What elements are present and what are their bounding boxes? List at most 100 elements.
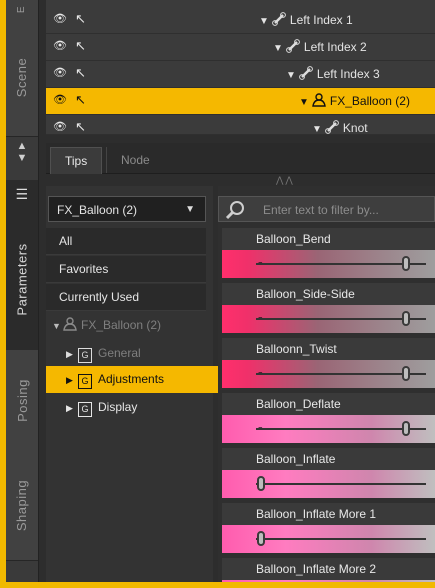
decrement-icon[interactable]: - [258, 254, 263, 270]
tree-group-display[interactable]: ▶ G Display [46, 394, 233, 421]
cursor-icon[interactable]: ↖ [75, 119, 86, 134]
slider-track [256, 263, 426, 265]
tab-posing[interactable]: Posing [6, 350, 38, 451]
splitter-grip[interactable]: ⋀⋀ [276, 175, 295, 186]
category-currently-used[interactable]: Currently Used [46, 284, 206, 311]
scene-list: 👁 ↖ ▼ Left Index 1 👁 ↖ ▼ Left Index 2 👁 ↖ … [46, 0, 435, 135]
parameter-slider-row: Balloon_Side-Side - [222, 283, 435, 335]
group-icon: G [78, 402, 92, 417]
parameter-slider-row: Balloonn_Twist - [222, 338, 435, 390]
expand-arrow-icon[interactable]: ▶ [66, 341, 76, 368]
parameter-slider[interactable]: - [222, 250, 435, 278]
tab-parameters-label: Parameters [14, 242, 30, 316]
cursor-icon[interactable]: ↖ [75, 38, 86, 54]
parameter-slider[interactable]: - [222, 305, 435, 333]
parameter-slider[interactable]: - [222, 360, 435, 388]
expand-arrow-icon[interactable]: ▼ [299, 97, 309, 108]
bone-icon [299, 66, 313, 80]
category-all[interactable]: All [46, 228, 206, 255]
scene-row[interactable]: 👁 ↖ ▼ Left Index 2 [46, 34, 435, 61]
scene-row-selected[interactable]: 👁 ↖ ▼ FX_Balloon (2) [46, 88, 435, 115]
slider-track [256, 483, 426, 485]
parameter-slider[interactable]: - [222, 415, 435, 443]
parameter-slider-row: Balloon_Bend - [222, 228, 435, 280]
filter-placeholder: Enter text to filter by... [263, 203, 379, 217]
category-favorites[interactable]: Favorites [46, 256, 206, 283]
slider-track [256, 318, 426, 320]
decrement-icon[interactable]: - [258, 309, 263, 325]
cursor-icon[interactable]: ↖ [75, 92, 86, 108]
slider-knob[interactable] [402, 421, 410, 436]
decrement-icon[interactable]: - [258, 419, 263, 435]
slider-knob[interactable] [257, 476, 265, 491]
eye-icon[interactable]: 👁 [53, 66, 67, 79]
pane-tab-bar: Tips Node [46, 143, 435, 174]
bone-icon [272, 12, 286, 26]
parameter-label: Balloon_Inflate [222, 448, 435, 470]
tab-parameters[interactable]: Parameters [6, 208, 38, 351]
parameter-slider[interactable]: - [222, 580, 435, 582]
parameter-slider[interactable]: - [222, 470, 435, 498]
node-name: Knot [342, 121, 368, 135]
pane-resize-handle[interactable]: ▲ ▼ [6, 140, 38, 164]
cursor-icon[interactable]: ↖ [75, 65, 86, 81]
tab-scene[interactable]: Scene [6, 18, 38, 137]
cursor-icon[interactable]: ↖ [75, 11, 86, 27]
eye-icon[interactable]: 👁 [53, 12, 67, 25]
eye-icon[interactable]: 👁 [53, 93, 67, 106]
tab-scene-label: Scene [14, 57, 30, 97]
tab-shaping-label: Shaping [14, 479, 30, 531]
node-select-dropdown[interactable]: FX_Balloon (2) ▼ [48, 196, 206, 222]
expand-arrow-icon[interactable]: ▼ [286, 70, 296, 81]
parameter-label: Balloon_Deflate [222, 393, 435, 415]
expand-arrow-icon[interactable]: ▶ [66, 395, 76, 422]
decrement-icon[interactable]: - [258, 364, 263, 380]
expand-arrow-icon[interactable]: ▶ [66, 367, 76, 394]
tree-group-adjustments[interactable]: ▶ G Adjustments [46, 366, 226, 393]
node-name: Left Index 1 [289, 13, 353, 27]
tree-group-label: General [98, 346, 141, 360]
tab-node[interactable]: Node [106, 147, 164, 173]
slider-track [256, 428, 426, 430]
scene-row[interactable]: 👁 ↖ ▼ Left Index 3 [46, 61, 435, 88]
parameter-label: Balloon_Inflate More 1 [222, 503, 435, 525]
node-name: Left Index 2 [303, 40, 367, 54]
scene-row[interactable]: 👁 ↖ ▼ Knot [46, 115, 435, 135]
tab-posing-label: Posing [14, 378, 30, 422]
tree-group-general[interactable]: ▶ G General [46, 340, 233, 367]
node-name: FX_Balloon (2) [329, 94, 410, 108]
bone-icon [325, 120, 339, 134]
eye-icon[interactable]: 👁 [53, 39, 67, 52]
app-window: E Scene ▲ ▼ ☰ Parameters Posing Shaping 👁… [6, 0, 435, 582]
group-icon: G [78, 348, 92, 363]
slider-knob[interactable] [402, 311, 410, 326]
parameter-label: Balloon_Bend [222, 228, 435, 250]
scene-row[interactable]: 👁 ↖ ▼ Left Index 1 [46, 7, 435, 34]
expand-arrow-icon[interactable]: ▼ [273, 43, 283, 54]
slider-knob[interactable] [402, 366, 410, 381]
parameter-slider-row: Balloon_Inflate More 2- [222, 558, 435, 582]
eye-icon[interactable]: 👁 [53, 120, 67, 133]
node-name: Left Index 3 [316, 67, 380, 81]
parameters-sliders-pane: Enter text to filter by... Balloon_Bend -… [218, 186, 435, 582]
slider-track [256, 373, 426, 375]
expand-arrow-icon[interactable]: ▼ [52, 313, 62, 340]
parameter-slider-row: Balloon_Inflate More 1- [222, 503, 435, 555]
expand-arrow-icon[interactable]: ▼ [312, 124, 322, 134]
menu-icon[interactable]: ☰ [6, 180, 38, 209]
parameter-label: Balloonn_Twist [222, 338, 435, 360]
tree-group-label: Adjustments [98, 372, 165, 386]
slider-knob[interactable] [257, 531, 265, 546]
tab-partial-top[interactable]: E [6, 0, 38, 19]
tree-group-label: Display [98, 400, 138, 414]
slider-knob[interactable] [402, 256, 410, 271]
vertical-tab-strip: E Scene ▲ ▼ ☰ Parameters Posing Shaping [6, 0, 39, 582]
tree-root[interactable]: ▼ FX_Balloon (2) [46, 312, 219, 339]
parameter-label: Balloon_Inflate More 2 [222, 558, 435, 580]
filter-input[interactable]: Enter text to filter by... [218, 196, 435, 222]
expand-arrow-icon[interactable]: ▼ [259, 16, 269, 27]
parameter-slider[interactable]: - [222, 525, 435, 553]
parameter-label: Balloon_Side-Side [222, 283, 435, 305]
tab-shaping[interactable]: Shaping [6, 450, 38, 561]
tab-tips[interactable]: Tips [50, 147, 103, 174]
